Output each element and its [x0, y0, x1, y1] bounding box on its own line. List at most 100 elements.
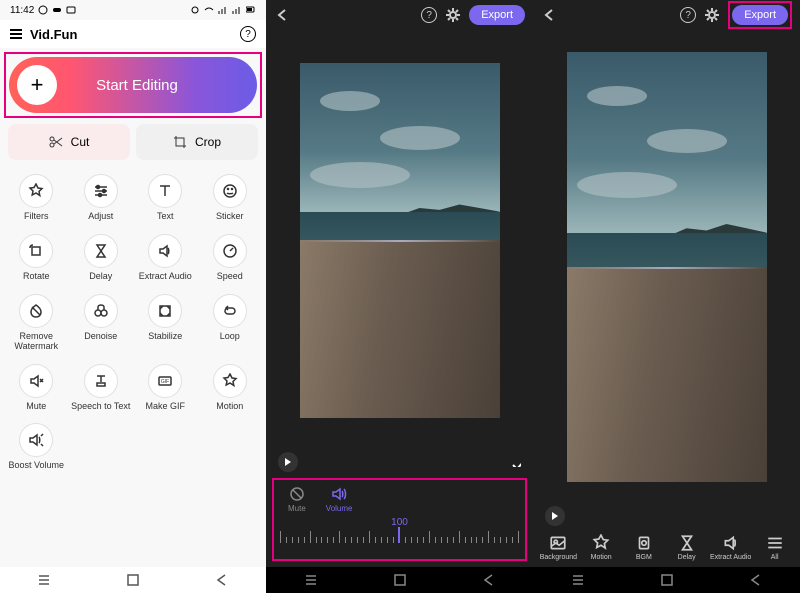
nav-bar — [0, 567, 266, 593]
tool-boost-volume[interactable]: Boost Volume — [4, 419, 69, 475]
menu-icon[interactable] — [10, 29, 22, 39]
gear-icon[interactable] — [704, 7, 720, 23]
status-bar: 11:42 — [0, 0, 266, 20]
start-editing-label: Start Editing — [17, 77, 257, 94]
editor-header: ? Export — [266, 0, 533, 30]
btool-delay[interactable]: Delay — [667, 534, 706, 561]
tool-denoise[interactable]: Denoise — [69, 290, 134, 356]
loop-icon — [213, 294, 247, 328]
record-icon — [66, 5, 76, 15]
signal-icon — [232, 5, 242, 15]
help-icon[interactable]: ? — [240, 26, 256, 42]
btool-all[interactable]: All — [755, 534, 794, 561]
btool-motion[interactable]: Motion — [582, 534, 621, 561]
gamepad-icon — [52, 5, 62, 15]
editor-header: ? Export — [533, 0, 800, 30]
scissors-icon — [49, 135, 63, 149]
help-icon[interactable]: ? — [680, 7, 696, 23]
speech-to-text-icon — [84, 364, 118, 398]
play-button[interactable] — [278, 452, 298, 472]
volume-tab[interactable]: Volume — [326, 486, 353, 513]
nav-recent-icon[interactable] — [571, 573, 585, 587]
btool-background[interactable]: Background — [539, 534, 578, 561]
rotate-icon — [19, 234, 53, 268]
extract-audio-icon — [722, 534, 740, 552]
play-row — [266, 450, 533, 474]
tool-mute[interactable]: Mute — [4, 360, 69, 416]
tool-delay[interactable]: Delay — [69, 230, 134, 286]
volume-slider[interactable]: 100 — [280, 527, 519, 553]
denoise-icon — [84, 294, 118, 328]
editor-volume-panel: ? Export Mute Volume — [266, 0, 533, 593]
help-icon[interactable]: ? — [421, 7, 437, 23]
nav-back-icon[interactable] — [482, 573, 496, 587]
nav-home-icon[interactable] — [660, 573, 674, 587]
make-gif-icon: GIF — [148, 364, 182, 398]
tool-sticker[interactable]: Sticker — [198, 170, 263, 226]
volume-icon — [331, 486, 347, 502]
mute-icon — [289, 486, 305, 502]
delay-icon — [84, 234, 118, 268]
delay-icon — [678, 534, 696, 552]
speed-icon — [213, 234, 247, 268]
btool-extract-audio[interactable]: Extract Audio — [710, 534, 751, 561]
home-panel: 11:42 Vid.Fun ? + Start Editing Cut — [0, 0, 266, 593]
motion-icon — [213, 364, 247, 398]
sticker-icon — [213, 174, 247, 208]
crop-button[interactable]: Crop — [136, 124, 258, 160]
crop-icon — [173, 135, 187, 149]
tool-stabilize[interactable]: Stabilize — [133, 290, 198, 356]
tool-speed[interactable]: Speed — [198, 230, 263, 286]
video-preview[interactable] — [266, 30, 533, 450]
nav-recent-icon[interactable] — [37, 573, 51, 587]
nav-home-icon[interactable] — [393, 573, 407, 587]
tool-remove-watermark[interactable]: Remove Watermark — [4, 290, 69, 356]
app-header: Vid.Fun ? — [0, 20, 266, 48]
tool-text[interactable]: Text — [133, 170, 198, 226]
back-icon[interactable] — [541, 7, 557, 23]
export-button[interactable]: Export — [469, 5, 525, 25]
background-icon — [549, 534, 567, 552]
tool-speech-to-text[interactable]: Speech to Text — [69, 360, 134, 416]
preview-frame — [567, 52, 767, 482]
status-icon — [38, 5, 48, 15]
nav-bar — [533, 567, 800, 593]
quick-actions: Cut Crop — [0, 118, 266, 166]
nav-bar — [266, 567, 533, 593]
tool-make-gif[interactable]: GIFMake GIF — [133, 360, 198, 416]
tool-adjust[interactable]: Adjust — [69, 170, 134, 226]
mute-tab[interactable]: Mute — [288, 486, 306, 513]
volume-value: 100 — [391, 517, 408, 528]
tool-filters[interactable]: Filters — [4, 170, 69, 226]
adjust-icon — [84, 174, 118, 208]
battery-icon — [246, 5, 256, 15]
check-icon[interactable] — [511, 457, 521, 467]
gear-icon[interactable] — [445, 7, 461, 23]
tool-extract-audio[interactable]: Extract Audio — [133, 230, 198, 286]
extract-audio-icon — [148, 234, 182, 268]
export-button[interactable]: Export — [732, 5, 788, 25]
all-icon — [766, 534, 784, 552]
nav-back-icon[interactable] — [215, 573, 229, 587]
volume-panel-highlight: Mute Volume 100 — [272, 478, 527, 561]
video-preview[interactable] — [533, 30, 800, 504]
back-icon[interactable] — [274, 7, 290, 23]
cut-button[interactable]: Cut — [8, 124, 130, 160]
play-row — [533, 504, 800, 528]
svg-text:GIF: GIF — [161, 379, 169, 385]
tool-rotate[interactable]: Rotate — [4, 230, 69, 286]
play-button[interactable] — [545, 506, 565, 526]
tool-motion[interactable]: Motion — [198, 360, 263, 416]
btool-bgm[interactable]: BGM — [625, 534, 664, 561]
editor-tools-panel: ? Export BackgroundMotionBGMDelayExtract… — [533, 0, 800, 593]
tool-loop[interactable]: Loop — [198, 290, 263, 356]
app-title: Vid.Fun — [30, 27, 77, 42]
wifi-icon — [204, 5, 214, 15]
export-highlight: Export — [728, 1, 792, 29]
nav-back-icon[interactable] — [749, 573, 763, 587]
motion-icon — [592, 534, 610, 552]
nav-home-icon[interactable] — [126, 573, 140, 587]
nav-recent-icon[interactable] — [304, 573, 318, 587]
start-editing-button[interactable]: + Start Editing — [9, 57, 257, 113]
status-time: 11:42 — [10, 5, 34, 16]
